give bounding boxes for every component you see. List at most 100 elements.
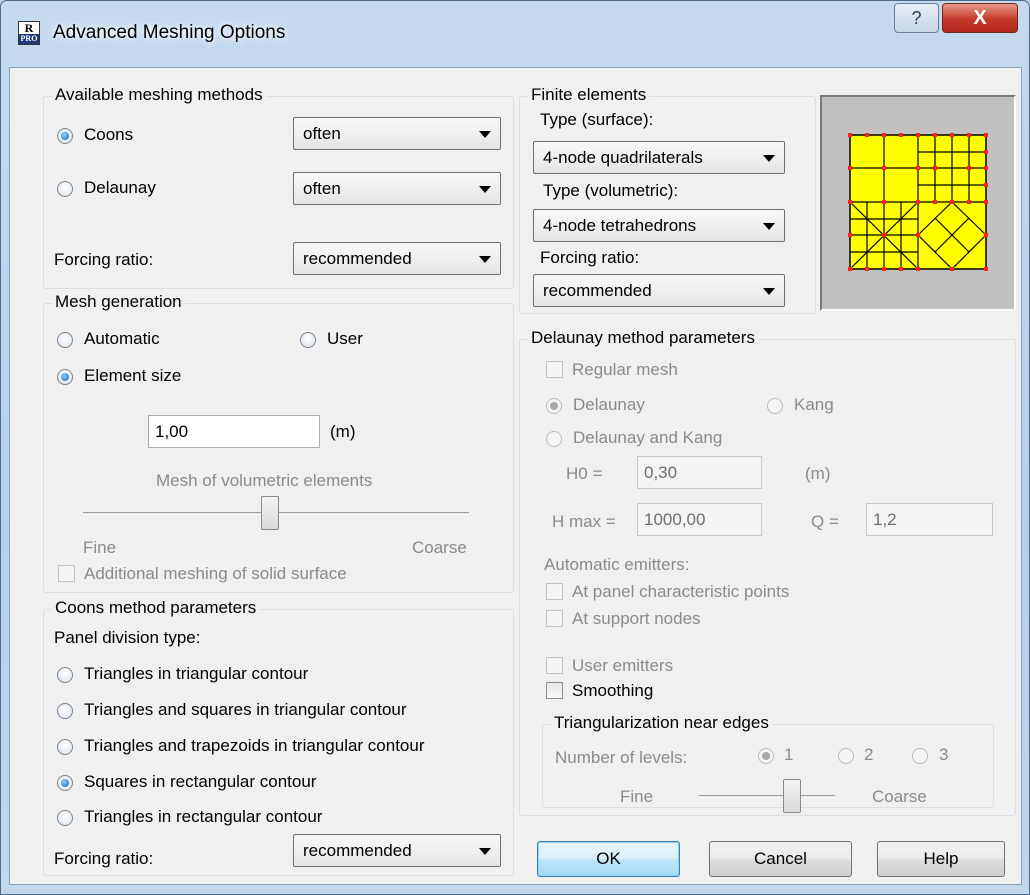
title-bar[interactable]: R PRO Advanced Meshing Options ? X bbox=[1, 1, 1029, 67]
hmax-value: 1000,00 bbox=[644, 510, 706, 529]
help-title-button[interactable]: ? bbox=[894, 3, 939, 33]
additional-meshing-checkbox[interactable] bbox=[58, 565, 75, 582]
chevron-down-icon bbox=[763, 223, 775, 230]
hmax-label: H max = bbox=[552, 512, 616, 531]
division-option-1-radio[interactable] bbox=[57, 667, 73, 683]
regular-mesh-label: Regular mesh bbox=[572, 360, 678, 379]
volumetric-type-select[interactable]: 4-node tetrahedrons bbox=[533, 209, 785, 242]
volumetric-type-value: 4-node tetrahedrons bbox=[543, 216, 697, 235]
coons-frequency-select[interactable]: often bbox=[293, 117, 501, 150]
surface-type-value: 4-node quadrilaterals bbox=[543, 148, 703, 167]
help-button[interactable]: Help bbox=[877, 841, 1005, 877]
delaunay-params-legend: Delaunay method parameters bbox=[528, 328, 758, 348]
delaunay-frequency-select[interactable]: often bbox=[293, 172, 501, 205]
support-nodes-checkbox[interactable] bbox=[546, 610, 563, 627]
automatic-emitters-label: Automatic emitters: bbox=[544, 555, 690, 574]
tri-slider-thumb[interactable] bbox=[783, 779, 801, 813]
level-3-radio[interactable] bbox=[912, 748, 928, 764]
division-option-2-radio[interactable] bbox=[57, 703, 73, 719]
element-size-radio[interactable] bbox=[57, 369, 73, 385]
volumetric-type-label: Type (volumetric): bbox=[543, 181, 679, 200]
hmax-input[interactable]: 1000,00 bbox=[637, 503, 762, 536]
smoothing-label: Smoothing bbox=[572, 681, 654, 700]
q-input[interactable]: 1,2 bbox=[866, 503, 993, 536]
volumetric-coarse-label: Coarse bbox=[412, 538, 467, 557]
window-title: Advanced Meshing Options bbox=[53, 22, 286, 43]
coons-label: Coons bbox=[84, 125, 134, 144]
chevron-down-icon bbox=[763, 155, 775, 162]
cancel-button[interactable]: Cancel bbox=[709, 841, 852, 877]
level-2-label: 2 bbox=[864, 745, 874, 764]
chevron-down-icon bbox=[763, 288, 775, 295]
chevron-down-icon bbox=[479, 131, 491, 138]
regular-mesh-checkbox[interactable] bbox=[546, 361, 563, 378]
finite-elements-legend: Finite elements bbox=[528, 85, 650, 105]
delaunay-label: Delaunay bbox=[84, 178, 156, 197]
question-icon: ? bbox=[911, 8, 922, 28]
user-emitters-label: User emitters bbox=[572, 656, 674, 675]
volumetric-mesh-caption: Mesh of volumetric elements bbox=[156, 471, 373, 490]
h0-value: 0,30 bbox=[644, 463, 678, 482]
fe-forcing-ratio-value: recommended bbox=[543, 281, 652, 300]
coons-radio[interactable] bbox=[57, 128, 73, 144]
dialog-client-area: Available meshing methods Coons often De… bbox=[9, 67, 1022, 885]
division-option-4-label: Squares in rectangular contour bbox=[84, 772, 317, 791]
close-button[interactable]: X bbox=[942, 3, 1018, 33]
forcing-ratio-label: Forcing ratio: bbox=[54, 250, 154, 269]
automatic-radio[interactable] bbox=[57, 332, 73, 348]
element-size-unit: (m) bbox=[330, 422, 356, 441]
coons-forcing-select[interactable]: recommended bbox=[293, 834, 501, 867]
division-option-2-label: Triangles and squares in triangular cont… bbox=[84, 700, 407, 719]
surface-type-select[interactable]: 4-node quadrilaterals bbox=[533, 141, 785, 174]
element-size-input[interactable]: 1,00 bbox=[148, 415, 320, 448]
panel-points-checkbox[interactable] bbox=[546, 583, 563, 600]
support-nodes-label: At support nodes bbox=[572, 609, 701, 628]
triangularization-legend: Triangularization near edges bbox=[551, 713, 772, 733]
volumetric-fine-label: Fine bbox=[83, 538, 117, 557]
panel-points-label: At panel characteristic points bbox=[572, 582, 790, 601]
level-2-radio[interactable] bbox=[838, 748, 854, 764]
h0-unit: (m) bbox=[805, 464, 831, 483]
mesh-preview-image bbox=[820, 95, 1016, 311]
user-radio[interactable] bbox=[300, 332, 316, 348]
dialog-window: R PRO Advanced Meshing Options ? X Avail… bbox=[0, 0, 1030, 895]
level-1-radio[interactable] bbox=[758, 748, 774, 764]
ok-button[interactable]: OK bbox=[537, 841, 680, 877]
smoothing-checkbox[interactable] bbox=[546, 682, 563, 699]
meshing-methods-legend: Available meshing methods bbox=[52, 85, 266, 105]
delaunay-only-radio[interactable] bbox=[546, 398, 562, 414]
division-option-4-radio[interactable] bbox=[57, 775, 73, 791]
division-option-3-radio[interactable] bbox=[57, 739, 73, 755]
surface-type-label: Type (surface): bbox=[540, 110, 654, 129]
delaunay-radio[interactable] bbox=[57, 181, 73, 197]
user-label: User bbox=[327, 329, 363, 348]
forcing-ratio-select[interactable]: recommended bbox=[293, 242, 501, 275]
additional-meshing-label: Additional meshing of solid surface bbox=[84, 564, 347, 583]
delaunay-kang-radio[interactable] bbox=[546, 431, 562, 447]
delaunay-kang-label: Delaunay and Kang bbox=[573, 428, 723, 447]
division-option-5-label: Triangles in rectangular contour bbox=[84, 807, 323, 826]
coons-forcing-value: recommended bbox=[303, 841, 412, 860]
app-icon-letter: R bbox=[24, 21, 34, 35]
user-emitters-checkbox[interactable] bbox=[546, 657, 563, 674]
mesh-preview-graphic bbox=[848, 133, 988, 271]
app-icon-badge: PRO bbox=[19, 34, 39, 44]
delaunay-frequency-value: often bbox=[303, 179, 341, 198]
robot-pro-app-icon: R PRO bbox=[18, 21, 40, 45]
h0-input[interactable]: 0,30 bbox=[637, 456, 762, 489]
kang-radio[interactable] bbox=[767, 398, 783, 414]
tri-coarse-label: Coarse bbox=[872, 787, 927, 806]
kang-label: Kang bbox=[794, 395, 834, 414]
chevron-down-icon bbox=[479, 848, 491, 855]
levels-label: Number of levels: bbox=[555, 748, 688, 767]
division-option-1-label: Triangles in triangular contour bbox=[84, 664, 309, 683]
fe-forcing-ratio-select[interactable]: recommended bbox=[533, 274, 785, 307]
volumetric-slider-thumb[interactable] bbox=[261, 496, 279, 530]
level-3-label: 3 bbox=[939, 745, 949, 764]
division-option-5-radio[interactable] bbox=[57, 810, 73, 826]
h0-label: H0 = bbox=[566, 464, 603, 483]
coons-forcing-label: Forcing ratio: bbox=[54, 849, 154, 868]
forcing-ratio-value: recommended bbox=[303, 249, 412, 268]
element-size-value: 1,00 bbox=[155, 422, 189, 441]
coons-frequency-value: often bbox=[303, 124, 341, 143]
